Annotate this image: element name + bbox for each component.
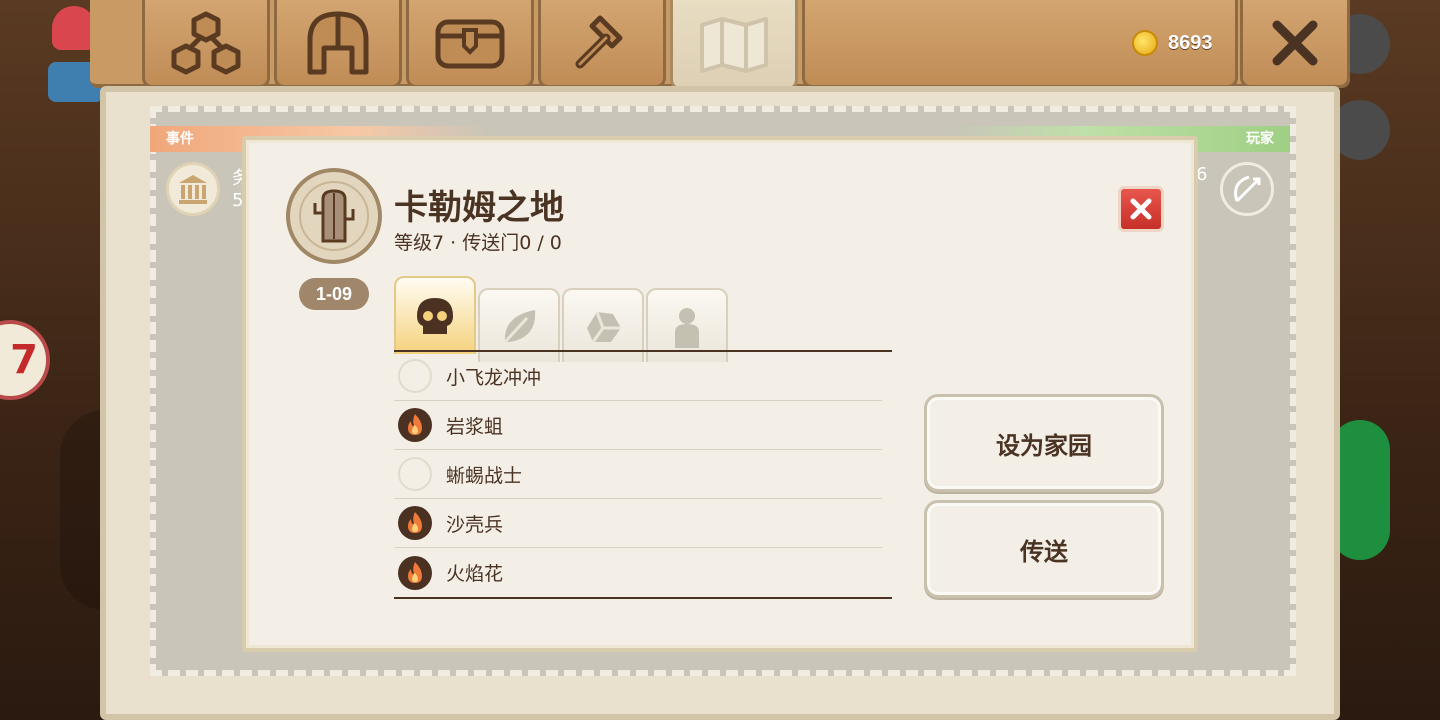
location-title: 卡勒姆之地 <box>394 188 564 228</box>
list-item[interactable]: 岩浆蛆 <box>394 401 882 450</box>
cactus-icon <box>299 181 369 251</box>
top-toolbar: 8693 <box>90 0 1350 90</box>
skull-icon <box>417 298 453 334</box>
bow-side-button[interactable] <box>1220 162 1274 216</box>
list-item[interactable]: 小飞龙冲冲 <box>394 352 882 401</box>
set-home-button[interactable]: 设为家园 <box>924 394 1164 492</box>
list-item[interactable]: 沙壳兵 <box>394 499 882 548</box>
fire-icon <box>398 408 432 442</box>
leaf-icon <box>503 310 536 344</box>
location-subtitle: 等级7 · 传送门0 / 0 <box>394 232 562 254</box>
tab-inventory[interactable] <box>406 0 534 88</box>
tab-monsters[interactable] <box>394 276 476 354</box>
popup-close-button[interactable] <box>1118 186 1164 232</box>
close-icon <box>1130 198 1152 220</box>
coin-counter: 8693 <box>1132 30 1213 56</box>
treasure-chest-icon <box>435 19 505 68</box>
tab-crafting[interactable] <box>538 0 666 88</box>
level-range-badge: 1-09 <box>299 278 369 310</box>
tab-equipment[interactable] <box>274 0 402 88</box>
list-item[interactable]: 火焰花 <box>394 548 882 597</box>
location-badge <box>286 168 382 264</box>
encounter-list: 小飞龙冲冲 岩浆蛆 蜥蜴战士 沙壳兵 火焰花 <box>394 352 882 597</box>
bow-arrow-icon <box>1234 175 1261 203</box>
hexagons-icon <box>171 11 241 74</box>
list-item-label: 沙壳兵 <box>446 513 504 536</box>
helmet-icon <box>307 11 369 74</box>
temple-side-button[interactable] <box>166 162 220 216</box>
tab-map[interactable] <box>670 0 798 90</box>
list-item[interactable]: 蜥蜴战士 <box>394 450 882 499</box>
list-bottom-divider <box>394 597 892 599</box>
tab-skills[interactable] <box>142 0 270 88</box>
empty-circle-icon <box>398 359 432 393</box>
gold-coin-icon <box>1132 30 1158 56</box>
map-icon <box>700 16 768 73</box>
coin-value: 8693 <box>1168 31 1213 54</box>
list-item-label: 岩浆蛆 <box>446 415 504 438</box>
close-menu-button[interactable] <box>1240 0 1350 88</box>
list-item-label: 小飞龙冲冲 <box>446 366 542 389</box>
ore-icon <box>587 311 621 343</box>
fire-icon <box>398 555 432 590</box>
empty-circle-icon <box>398 457 432 491</box>
person-icon <box>675 308 699 348</box>
teleport-button[interactable]: 传送 <box>924 500 1164 598</box>
list-item-label: 蜥蜴战士 <box>446 464 523 487</box>
hammer-icon <box>575 15 623 68</box>
location-popup: 1-09 卡勒姆之地 等级7 · 传送门0 / 0 小飞龙冲冲 岩浆蛆 蜥蜴战士… <box>242 136 1198 652</box>
list-item-label: 火焰花 <box>446 563 504 585</box>
fire-icon <box>398 506 432 540</box>
temple-icon <box>179 175 207 204</box>
close-icon <box>1272 20 1318 65</box>
